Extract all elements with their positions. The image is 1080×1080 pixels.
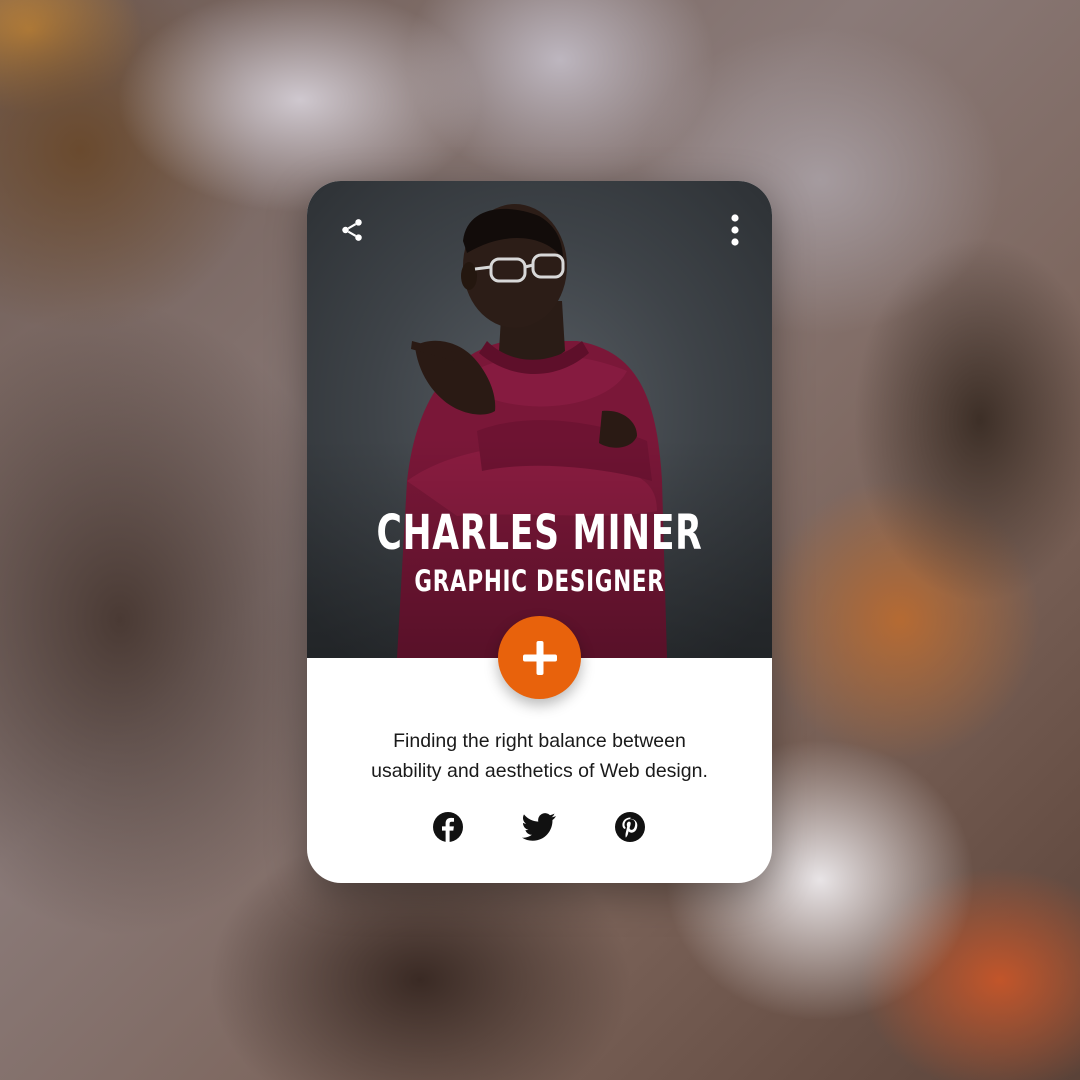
social-links	[307, 809, 772, 845]
facebook-link[interactable]	[430, 809, 466, 845]
more-vertical-icon	[731, 214, 739, 246]
twitter-link[interactable]	[521, 809, 557, 845]
profile-role: GRAPHIC DESIGNER	[414, 564, 665, 598]
profile-bio: Finding the right balance between usabil…	[327, 726, 752, 786]
twitter-icon	[522, 813, 556, 841]
bio-line: Finding the right balance between	[393, 730, 686, 752]
pinterest-link[interactable]	[612, 809, 648, 845]
profile-name: CHARLES MINER	[376, 505, 703, 561]
more-options-button[interactable]	[724, 211, 746, 249]
profile-photo: CHARLES MINER GRAPHIC DESIGNER	[307, 181, 772, 658]
pinterest-icon	[615, 812, 645, 842]
bio-line: usability and aesthetics of Web design.	[371, 760, 708, 782]
share-icon	[342, 219, 362, 241]
plus-icon	[522, 640, 557, 675]
share-button[interactable]	[335, 213, 369, 247]
facebook-icon	[433, 812, 463, 842]
profile-card: CHARLES MINER GRAPHIC DESIGNER Finding t…	[307, 181, 772, 883]
add-button[interactable]	[498, 616, 581, 699]
